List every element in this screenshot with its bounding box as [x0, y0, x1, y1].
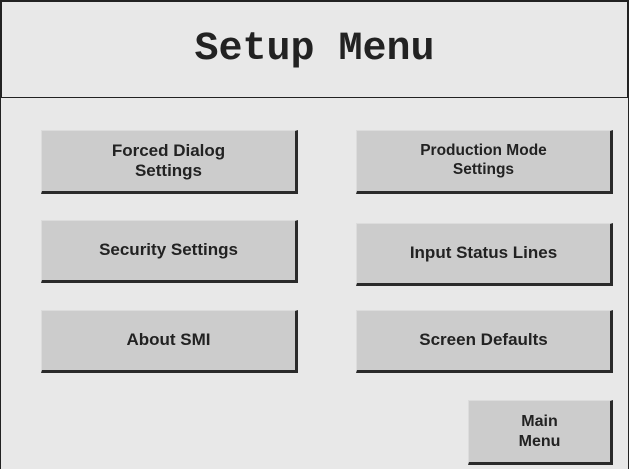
production-mode-settings-label: Production Mode Settings [420, 142, 547, 178]
setup-menu-screen: Setup Menu Forced Dialog Settings Produc… [0, 0, 629, 469]
security-settings-label: Security Settings [99, 240, 238, 260]
input-status-lines-label: Input Status Lines [409, 243, 558, 263]
production-mode-settings-button[interactable]: Production Mode Settings [356, 130, 613, 194]
input-status-lines-button[interactable]: Input Status Lines [356, 223, 613, 286]
screen-defaults-label: Screen Defaults [419, 330, 548, 350]
about-smi-label: About SMI [126, 330, 211, 350]
main-menu-button[interactable]: Main Menu [468, 400, 613, 465]
forced-dialog-settings-button[interactable]: Forced Dialog Settings [41, 130, 298, 194]
forced-dialog-settings-label: Forced Dialog Settings [111, 140, 226, 180]
title-panel: Setup Menu [1, 1, 628, 98]
screen-defaults-button[interactable]: Screen Defaults [356, 310, 613, 373]
page-title: Setup Menu [194, 27, 435, 72]
security-settings-button[interactable]: Security Settings [41, 220, 298, 283]
about-smi-button[interactable]: About SMI [41, 310, 298, 373]
main-menu-label: Main Menu [518, 413, 561, 450]
